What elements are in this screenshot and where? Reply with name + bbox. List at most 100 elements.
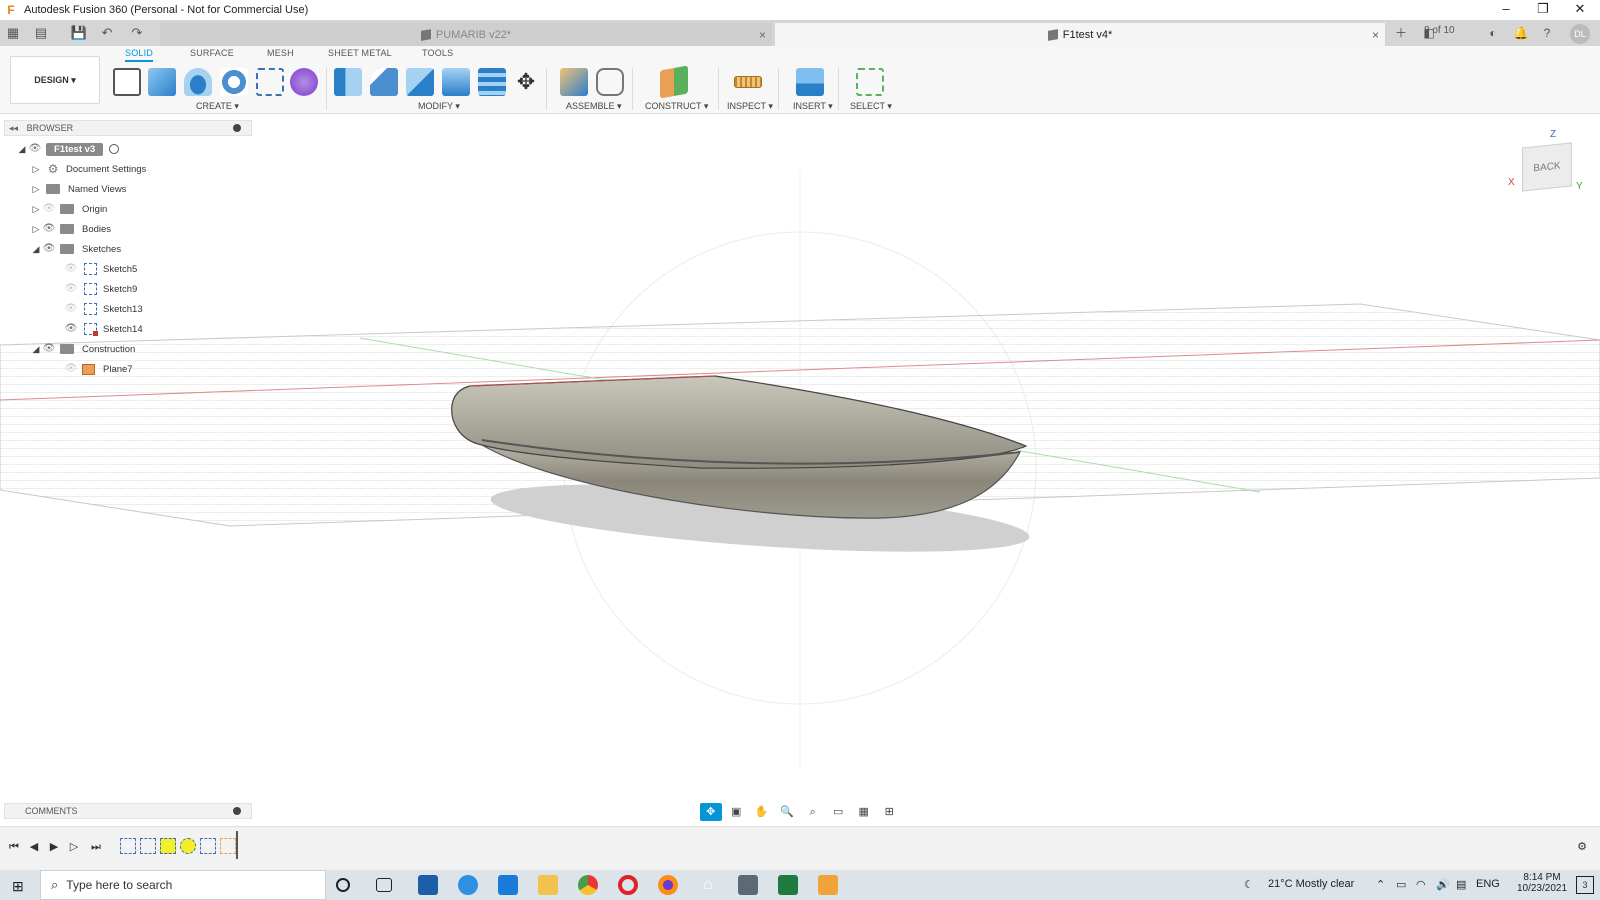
comments-panel-header[interactable]: COMMENTS — [4, 803, 252, 819]
new-component-icon[interactable] — [560, 68, 588, 96]
browser-item-sketch5[interactable]: 👁 Sketch5 — [64, 260, 137, 278]
cortana-icon[interactable] — [336, 878, 350, 892]
press-pull-icon[interactable] — [334, 68, 362, 96]
tab-surface[interactable]: SURFACE — [190, 48, 234, 62]
close-tab-icon[interactable]: × — [1372, 28, 1379, 42]
help-icon[interactable]: ? — [1538, 24, 1556, 42]
activate-radio-icon[interactable] — [109, 144, 120, 154]
timeline-sketch-feature[interactable] — [160, 838, 176, 854]
construct-menu[interactable]: CONSTRUCT ▾ — [645, 101, 708, 112]
battery-icon[interactable]: ▭ — [1396, 878, 1406, 891]
edge-browser-icon[interactable] — [458, 875, 478, 895]
mail-app-icon[interactable] — [498, 875, 518, 895]
timeline-sketch-feature[interactable] — [140, 838, 156, 854]
assemble-menu[interactable]: ASSEMBLE ▾ — [566, 101, 622, 112]
maximize-button[interactable]: ❐ — [1525, 0, 1561, 20]
go-to-start-icon[interactable]: ⏮ — [6, 839, 22, 855]
tab-tools[interactable]: TOOLS — [422, 48, 453, 62]
add-comment-icon[interactable] — [233, 807, 241, 815]
volume-icon[interactable]: 🔊 — [1436, 878, 1450, 891]
excel-icon[interactable] — [778, 875, 798, 895]
tab-sheet-metal[interactable]: SHEET METAL — [328, 48, 392, 62]
new-tab-plus-icon[interactable]: ＋ — [1392, 24, 1410, 42]
windows-start-icon[interactable]: ⊞ — [12, 878, 24, 895]
job-status-text[interactable]: 8 of 10 — [1424, 25, 1455, 36]
chamfer-icon[interactable] — [406, 68, 434, 96]
expand-triangle-icon[interactable]: ▷ — [30, 203, 42, 215]
timeline-sketch-feature[interactable] — [200, 838, 216, 854]
browser-item-sketch13[interactable]: 👁 Sketch13 — [64, 300, 143, 318]
expand-triangle-icon[interactable]: ▷ — [30, 223, 42, 235]
revolve-icon[interactable] — [184, 68, 212, 96]
visibility-eye-icon[interactable]: 👁 — [64, 363, 78, 375]
tab-mesh[interactable]: MESH — [267, 48, 294, 62]
look-at-icon[interactable]: ▣ — [726, 803, 748, 821]
browser-item-sketch14[interactable]: 👁 Sketch14 — [64, 320, 143, 338]
visibility-eye-icon[interactable]: 👁 — [64, 303, 78, 315]
browser-item-document-settings[interactable]: ▷ ⚙ Document Settings — [30, 160, 147, 178]
move-copy-icon[interactable]: ✥ — [512, 68, 540, 96]
zoom-icon[interactable]: 🔍 — [777, 803, 799, 821]
grid-settings-icon[interactable]: ▦ — [853, 803, 875, 821]
visibility-eye-icon[interactable]: 👁 — [64, 283, 78, 295]
weather-text[interactable]: 21°C Mostly clear — [1268, 878, 1354, 890]
notification-center-icon[interactable]: 3 — [1576, 876, 1594, 894]
select-box-icon[interactable] — [856, 68, 884, 96]
visibility-eye-icon[interactable]: 👁 — [42, 343, 56, 355]
ime-icon[interactable]: ▤ — [1456, 878, 1466, 891]
measure-icon[interactable] — [734, 76, 762, 88]
browser-panel-header[interactable]: ◂◂ BROWSER — [4, 120, 252, 136]
firefox-browser-icon[interactable] — [658, 875, 678, 895]
select-menu[interactable]: SELECT ▾ — [850, 101, 892, 112]
hole-icon[interactable] — [220, 68, 248, 96]
language-indicator[interactable]: ENG — [1476, 878, 1500, 890]
redo-icon[interactable]: ↷ — [128, 24, 146, 42]
browser-item-plane7[interactable]: 👁 Plane7 — [64, 360, 133, 378]
browser-item-construction[interactable]: ◢ 👁 Construction — [30, 340, 136, 358]
home-app-icon[interactable]: ⌂ — [698, 875, 718, 895]
collapse-triangle-icon[interactable]: ◢ — [30, 343, 42, 355]
file-menu-icon[interactable]: ▤ — [32, 24, 50, 42]
store-app-icon[interactable] — [418, 875, 438, 895]
browser-item-origin[interactable]: ▷ 👁 Origin — [30, 200, 108, 218]
tab-solid[interactable]: SOLID — [125, 48, 154, 62]
pin-browser-icon[interactable] — [233, 124, 241, 132]
timeline-settings-gear-icon[interactable]: ⚙ — [1574, 839, 1590, 855]
expand-triangle-icon[interactable]: ▷ — [30, 183, 42, 195]
user-avatar[interactable]: DL — [1570, 24, 1590, 44]
data-panel-grid-icon[interactable]: ▦ — [4, 24, 22, 42]
play-icon[interactable]: ▶ — [46, 839, 62, 855]
extrude-icon[interactable] — [148, 68, 176, 96]
fillet-icon[interactable] — [370, 68, 398, 96]
task-view-icon[interactable] — [376, 878, 392, 892]
collapse-triangle-icon[interactable]: ◢ — [30, 243, 42, 255]
timeline-plane-feature[interactable] — [220, 838, 236, 854]
undo-icon[interactable]: ↶ — [98, 24, 116, 42]
create-sketch-icon[interactable] — [113, 68, 141, 96]
viewports-icon[interactable]: ⊞ — [879, 803, 901, 821]
3d-viewport-canvas[interactable]: BACK Z X Y — [0, 115, 1600, 825]
browser-item-named-views[interactable]: ▷ Named Views — [30, 180, 127, 198]
opera-browser-icon[interactable] — [618, 875, 638, 895]
timeline-marker[interactable] — [236, 831, 238, 859]
timeline-loft-feature[interactable] — [180, 838, 196, 854]
browser-item-sketch9[interactable]: 👁 Sketch9 — [64, 280, 137, 298]
wifi-icon[interactable]: ◠ — [1416, 878, 1426, 891]
step-forward-icon[interactable]: ▷ — [66, 839, 82, 855]
browser-item-sketches[interactable]: ◢ 👁 Sketches — [30, 240, 122, 258]
workspace-switcher-button[interactable]: DESIGN ▾ — [10, 56, 100, 104]
save-icon[interactable]: 💾 — [70, 24, 88, 42]
timeline-sketch-feature[interactable] — [120, 838, 136, 854]
create-form-icon[interactable] — [290, 68, 318, 96]
chrome-browser-icon[interactable] — [578, 875, 598, 895]
step-back-icon[interactable]: ◀ — [26, 839, 42, 855]
calculator-icon[interactable] — [738, 875, 758, 895]
file-explorer-icon[interactable] — [538, 875, 558, 895]
expand-triangle-icon[interactable]: ▷ — [30, 163, 42, 175]
display-settings-icon[interactable]: ▭ — [828, 803, 850, 821]
fusion360-taskbar-icon[interactable] — [818, 875, 838, 895]
notifications-bell-icon[interactable]: 🔔 — [1512, 24, 1530, 42]
document-tab-pumarib[interactable]: PUMARIB v22* × — [160, 23, 772, 46]
show-hidden-icons-chevron[interactable]: ⌃ — [1376, 878, 1385, 891]
visibility-eye-icon[interactable]: 👁 — [64, 323, 78, 335]
